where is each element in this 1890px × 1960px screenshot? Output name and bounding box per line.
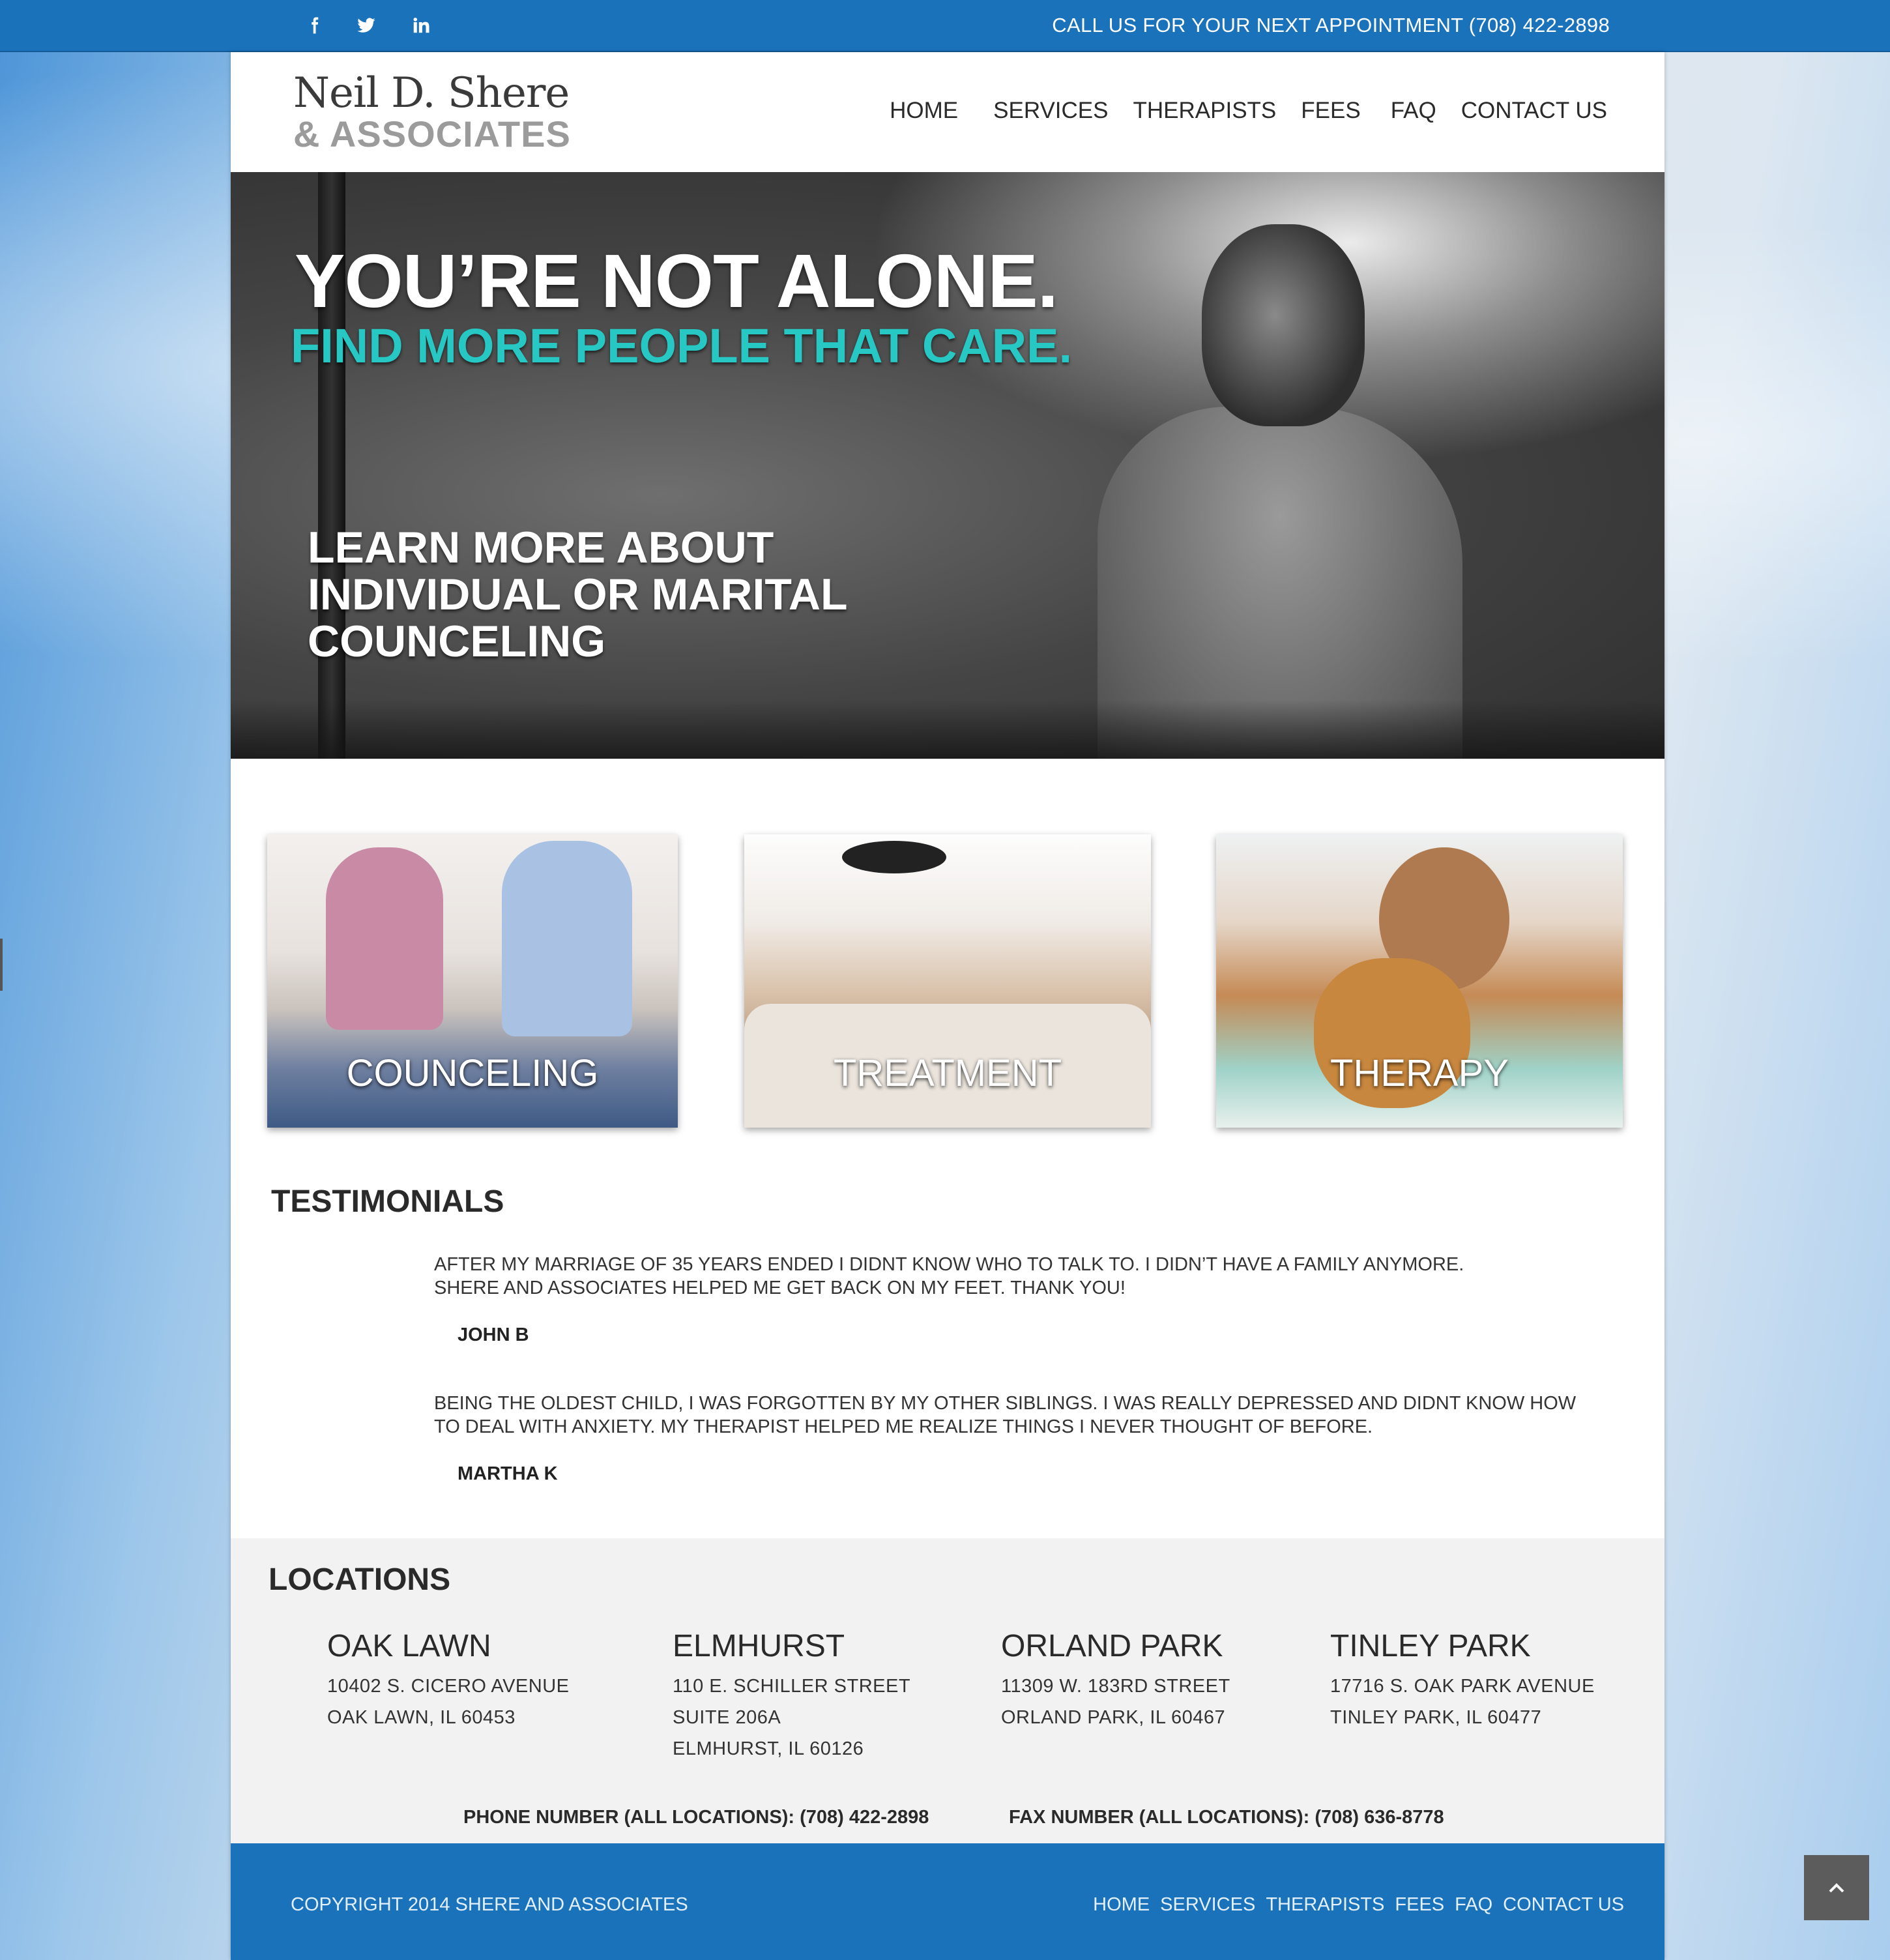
location-city: TINLEY PARK (1330, 1629, 1531, 1663)
footer-nav-home[interactable]: HOME (1093, 1894, 1150, 1916)
footer-nav-services[interactable]: SERVICES (1160, 1894, 1255, 1916)
footer-nav-faq[interactable]: FAQ (1455, 1894, 1492, 1916)
nav-contact-us[interactable]: CONTACT US (1461, 98, 1607, 137)
nav-fees[interactable]: FEES (1301, 98, 1360, 137)
locations-title: LOCATIONS (269, 1562, 451, 1597)
hero-learn-more-link[interactable]: LEARN MORE ABOUT INDIVIDUAL OR MARITAL C… (308, 524, 848, 665)
nav-home[interactable]: HOME (890, 98, 958, 137)
footer-nav-fees[interactable]: FEES (1395, 1894, 1444, 1916)
footer-nav-therapists[interactable]: THERAPISTS (1266, 1894, 1384, 1916)
phone-number[interactable]: PHONE NUMBER (ALL LOCATIONS): (708) 422-… (463, 1807, 929, 1828)
nav-services[interactable]: SERVICES (993, 98, 1108, 137)
footer: COPYRIGHT 2014 SHERE AND ASSOCIATES HOME… (231, 1843, 1665, 1960)
hero-learn-line: COUNCELING (308, 617, 606, 666)
hero-photo-person-head (1202, 224, 1365, 426)
hero-subtitle: FIND MORE PEOPLE THAT CARE. (291, 319, 1073, 373)
location-orland-park: ORLAND PARK 11309 W. 183RD STREET ORLAND… (1001, 1628, 1230, 1733)
card-photo-figure (326, 847, 443, 1030)
site-logo[interactable]: Neil D. Shere & ASSOCIATES (293, 70, 571, 153)
testimonial-quote: BEING THE OLDEST CHILD, I WAS FORGOTTEN … (434, 1393, 1577, 1437)
linkedin-icon[interactable] (401, 0, 441, 51)
location-address-line: 11309 W. 183RD STREET (1001, 1676, 1230, 1697)
location-address-line: SUITE 206A (673, 1707, 781, 1728)
testimonial-quote: AFTER MY MARRIAGE OF 35 YEARS ENDED I DI… (434, 1254, 1464, 1298)
service-card-counceling[interactable]: COUNCELING (267, 834, 678, 1128)
main-container: Neil D. Shere & ASSOCIATES HOME SERVICES… (231, 52, 1665, 1960)
location-address-line: 10402 S. CICERO AVENUE (327, 1676, 570, 1697)
service-card-label: TREATMENT (833, 1052, 1062, 1094)
fax-number: FAX NUMBER (ALL LOCATIONS): (708) 636-87… (1009, 1807, 1444, 1828)
location-city: ORLAND PARK (1001, 1629, 1223, 1663)
nav-therapists[interactable]: THERAPISTS (1133, 98, 1277, 137)
hero-title: YOU’RE NOT ALONE. (295, 239, 1058, 323)
location-address-line: ORLAND PARK, IL 60467 (1001, 1707, 1226, 1728)
location-address-line: ELMHURST, IL 60126 (673, 1738, 864, 1759)
location-city: OAK LAWN (327, 1629, 491, 1663)
service-card-therapy[interactable]: THERAPY (1216, 834, 1623, 1128)
footer-nav: HOME SERVICES THERAPISTS FEES FAQ CONTAC… (1083, 1894, 1624, 1916)
main-nav: HOME SERVICES THERAPISTS FEES FAQ CONTAC… (865, 98, 1607, 137)
service-card-treatment[interactable]: TREATMENT (744, 834, 1151, 1128)
hero-photo-ground (231, 700, 1665, 759)
location-address-line: TINLEY PARK, IL 60477 (1330, 1707, 1542, 1728)
copyright-text: COPYRIGHT 2014 SHERE AND ASSOCIATES (291, 1894, 688, 1915)
testimonial-author: MARTHA K (458, 1463, 558, 1484)
hero-learn-line: INDIVIDUAL OR MARITAL (308, 570, 848, 619)
logo-name: Neil D. Shere (293, 69, 570, 117)
location-city: ELMHURST (673, 1629, 845, 1663)
hero-banner[interactable]: YOU’RE NOT ALONE. FIND MORE PEOPLE THAT … (231, 172, 1665, 759)
facebook-icon[interactable] (295, 0, 334, 51)
location-oak-lawn: OAK LAWN 10402 S. CICERO AVENUE OAK LAWN… (327, 1628, 570, 1733)
side-tab[interactable] (0, 939, 3, 991)
testimonials-title: TESTIMONIALS (271, 1184, 504, 1219)
locations-section: LOCATIONS OAK LAWN 10402 S. CICERO AVENU… (231, 1538, 1665, 1845)
location-address-line: OAK LAWN, IL 60453 (327, 1707, 516, 1728)
location-elmhurst: ELMHURST 110 E. SCHILLER STREET SUITE 20… (673, 1628, 910, 1764)
testimonial-item: AFTER MY MARRIAGE OF 35 YEARS ENDED I DI… (434, 1253, 1594, 1347)
chevron-up-icon (1829, 1883, 1844, 1893)
card-photo-bowl (842, 841, 946, 873)
location-address-line: 17716 S. OAK PARK AVENUE (1330, 1676, 1595, 1697)
back-to-top-button[interactable] (1804, 1855, 1869, 1920)
testimonial-author: JOHN B (458, 1324, 529, 1345)
testimonial-item: BEING THE OLDEST CHILD, I WAS FORGOTTEN … (434, 1392, 1594, 1485)
nav-faq[interactable]: FAQ (1391, 98, 1436, 137)
location-tinley-park: TINLEY PARK 17716 S. OAK PARK AVENUE TIN… (1330, 1628, 1595, 1733)
twitter-icon[interactable] (347, 0, 386, 51)
hero-learn-line: LEARN MORE ABOUT (308, 523, 774, 572)
call-us-text: CALL US FOR YOUR NEXT APPOINTMENT (708) … (1052, 14, 1610, 37)
top-bar: CALL US FOR YOUR NEXT APPOINTMENT (708) … (0, 0, 1890, 52)
footer-nav-contact-us[interactable]: CONTACT US (1503, 1894, 1624, 1916)
service-card-label: THERAPY (1330, 1052, 1509, 1094)
logo-associates: & ASSOCIATES (293, 113, 571, 154)
service-card-label: COUNCELING (346, 1052, 599, 1094)
location-address-line: 110 E. SCHILLER STREET (673, 1676, 911, 1697)
card-photo-figure (502, 841, 632, 1036)
